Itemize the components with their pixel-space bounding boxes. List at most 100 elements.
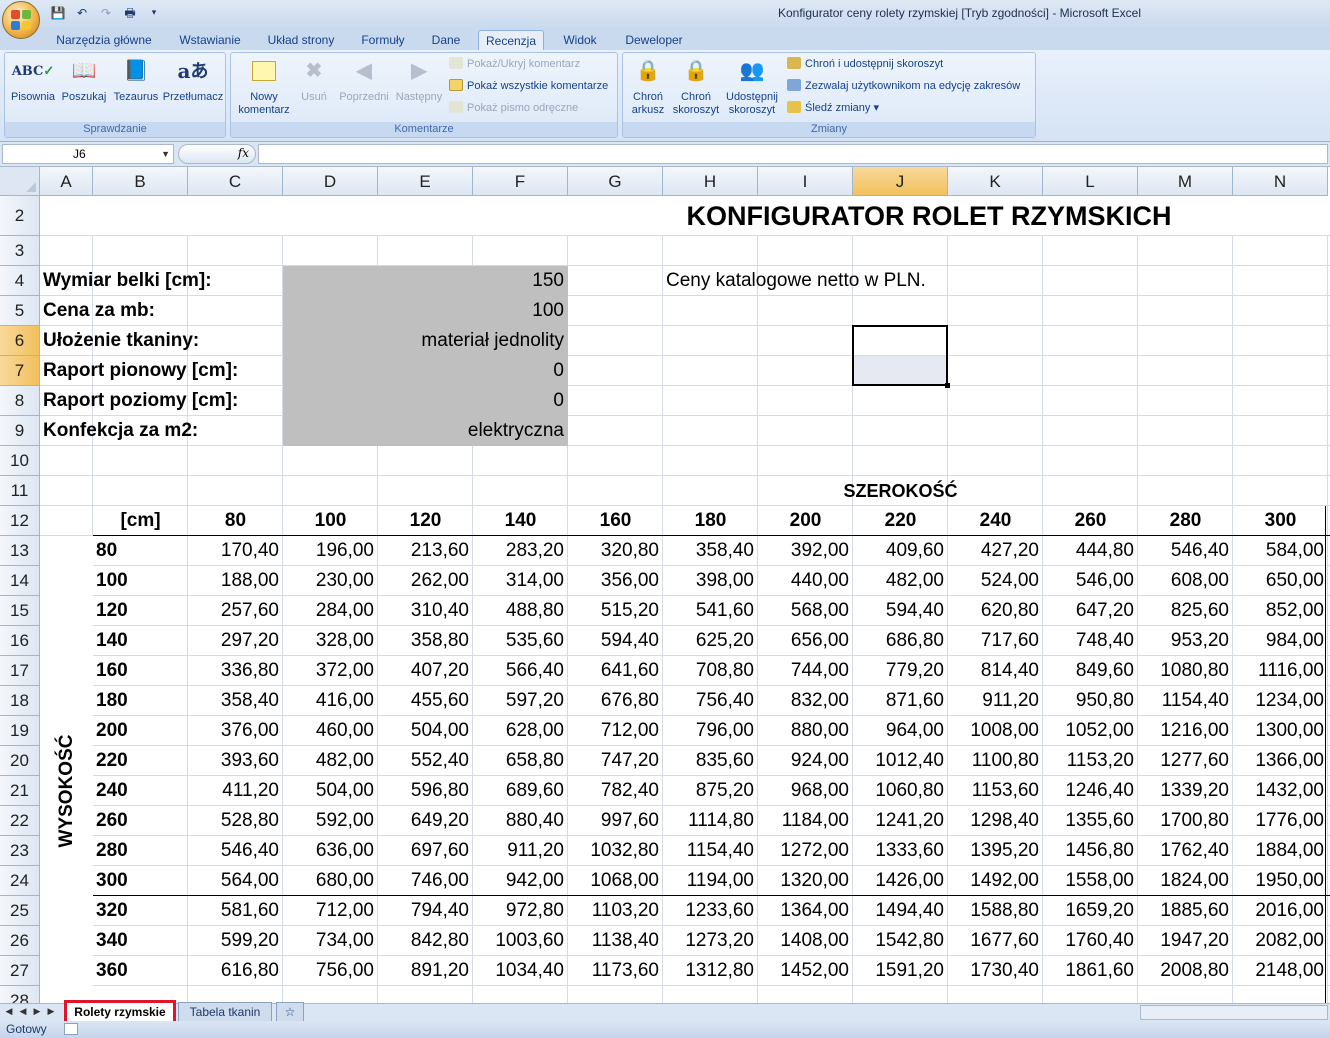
price-cell[interactable]: 358,40 (188, 686, 283, 716)
price-cell[interactable]: 568,00 (758, 596, 853, 626)
price-cell[interactable]: 584,00 (1233, 536, 1328, 566)
price-cell[interactable]: 756,40 (663, 686, 758, 716)
price-cell[interactable]: 310,40 (378, 596, 473, 626)
price-cell[interactable]: 1432,00 (1233, 776, 1328, 806)
column-header-i[interactable]: I (758, 167, 853, 196)
price-cell[interactable]: 1677,60 (948, 926, 1043, 956)
price-cell[interactable]: 734,00 (283, 926, 378, 956)
price-cell[interactable]: 1947,20 (1138, 926, 1233, 956)
tab-formuly[interactable]: Formuły (350, 30, 416, 50)
price-cell[interactable]: 1558,00 (1043, 866, 1138, 896)
redo-icon[interactable]: ↷ (98, 5, 114, 21)
price-cell[interactable]: 566,40 (473, 656, 568, 686)
row-header-18[interactable]: 18 (0, 686, 40, 716)
price-cell[interactable]: 641,60 (568, 656, 663, 686)
price-cell[interactable]: 1277,60 (1138, 746, 1233, 776)
row-header-10[interactable]: 10 (0, 446, 40, 476)
price-cell[interactable]: 1408,00 (758, 926, 853, 956)
price-cell[interactable]: 1542,80 (853, 926, 948, 956)
row-header-12[interactable]: 12 (0, 506, 40, 536)
price-cell[interactable]: 650,00 (1233, 566, 1328, 596)
fx-icon[interactable]: fx (238, 146, 249, 160)
price-cell[interactable]: 376,00 (188, 716, 283, 746)
translate-button[interactable]: aあ Przetłumacz (161, 55, 225, 104)
fill-handle[interactable] (945, 383, 950, 388)
price-cell[interactable]: 1052,00 (1043, 716, 1138, 746)
price-cell[interactable]: 1068,00 (568, 866, 663, 896)
tab-narzedzia-glowne[interactable]: Narzędzia główne (48, 30, 160, 50)
prev-sheet-icon[interactable]: ◀ (18, 1006, 28, 1018)
price-cell[interactable]: 1153,20 (1043, 746, 1138, 776)
tab-widok[interactable]: Widok (552, 30, 608, 50)
price-cell[interactable]: 712,00 (568, 716, 663, 746)
row-header-14[interactable]: 14 (0, 566, 40, 596)
param-value[interactable]: 0 (283, 386, 568, 416)
price-cell[interactable]: 1824,00 (1138, 866, 1233, 896)
select-all-button[interactable] (0, 167, 40, 196)
next-comment-button[interactable]: ▶ Następny (391, 55, 447, 104)
param-value[interactable]: 100 (283, 296, 568, 326)
price-cell[interactable]: 712,00 (283, 896, 378, 926)
price-cell[interactable]: 1241,20 (853, 806, 948, 836)
price-cell[interactable]: 398,00 (663, 566, 758, 596)
price-cell[interactable]: 796,00 (663, 716, 758, 746)
price-cell[interactable]: 188,00 (188, 566, 283, 596)
tab-deweloper[interactable]: Deweloper (616, 30, 692, 50)
price-cell[interactable]: 320,80 (568, 536, 663, 566)
spelling-button[interactable]: ABC ✓ Pisownia (7, 55, 59, 104)
price-cell[interactable]: 427,20 (948, 536, 1043, 566)
price-cell[interactable]: 314,00 (473, 566, 568, 596)
price-cell[interactable]: 213,60 (378, 536, 473, 566)
column-header-m[interactable]: M (1138, 167, 1233, 196)
name-box[interactable]: J6 ▼ (2, 144, 174, 164)
price-cell[interactable]: 597,20 (473, 686, 568, 716)
price-cell[interactable]: 1452,00 (758, 956, 853, 986)
price-cell[interactable]: 814,40 (948, 656, 1043, 686)
price-cell[interactable]: 416,00 (283, 686, 378, 716)
price-cell[interactable]: 460,00 (283, 716, 378, 746)
price-cell[interactable]: 1312,80 (663, 956, 758, 986)
price-cell[interactable]: 482,00 (283, 746, 378, 776)
price-cell[interactable]: 1060,80 (853, 776, 948, 806)
column-header-e[interactable]: E (378, 167, 473, 196)
price-cell[interactable]: 835,60 (663, 746, 758, 776)
price-cell[interactable]: 1760,40 (1043, 926, 1138, 956)
price-cell[interactable]: 257,60 (188, 596, 283, 626)
price-cell[interactable]: 541,60 (663, 596, 758, 626)
param-value[interactable]: elektryczna (283, 416, 568, 446)
price-cell[interactable]: 825,60 (1138, 596, 1233, 626)
row-header-3[interactable]: 3 (0, 236, 40, 266)
price-cell[interactable]: 1273,20 (663, 926, 758, 956)
price-cell[interactable]: 1885,60 (1138, 896, 1233, 926)
price-cell[interactable]: 779,20 (853, 656, 948, 686)
price-cell[interactable]: 524,00 (948, 566, 1043, 596)
price-cell[interactable]: 871,60 (853, 686, 948, 716)
row-header-15[interactable]: 15 (0, 596, 40, 626)
price-cell[interactable]: 440,00 (758, 566, 853, 596)
row-header-17[interactable]: 17 (0, 656, 40, 686)
price-cell[interactable]: 283,20 (473, 536, 568, 566)
price-cell[interactable]: 444,80 (1043, 536, 1138, 566)
price-cell[interactable]: 1456,80 (1043, 836, 1138, 866)
column-header-l[interactable]: L (1043, 167, 1138, 196)
price-cell[interactable]: 515,20 (568, 596, 663, 626)
price-cell[interactable]: 535,60 (473, 626, 568, 656)
price-cell[interactable]: 594,40 (568, 626, 663, 656)
price-cell[interactable]: 2008,80 (1138, 956, 1233, 986)
row-header-27[interactable]: 27 (0, 956, 40, 986)
price-cell[interactable]: 647,20 (1043, 596, 1138, 626)
tab-dane[interactable]: Dane (422, 30, 470, 50)
price-cell[interactable]: 392,00 (758, 536, 853, 566)
horizontal-scrollbar[interactable] (1140, 1005, 1328, 1020)
column-header-n[interactable]: N (1233, 167, 1328, 196)
price-cell[interactable]: 953,20 (1138, 626, 1233, 656)
price-cell[interactable]: 676,80 (568, 686, 663, 716)
sheet-tab-rolety-rzymskie[interactable]: Rolety rzymskie (64, 1000, 176, 1024)
protect-share-button[interactable]: Chroń i udostępnij skoroszyt (787, 55, 943, 73)
new-comment-button[interactable]: Nowy komentarz (233, 55, 295, 117)
price-cell[interactable]: 842,80 (378, 926, 473, 956)
row-header-26[interactable]: 26 (0, 926, 40, 956)
row-header-11[interactable]: 11 (0, 476, 40, 506)
price-cell[interactable]: 1591,20 (853, 956, 948, 986)
price-cell[interactable]: 708,80 (663, 656, 758, 686)
